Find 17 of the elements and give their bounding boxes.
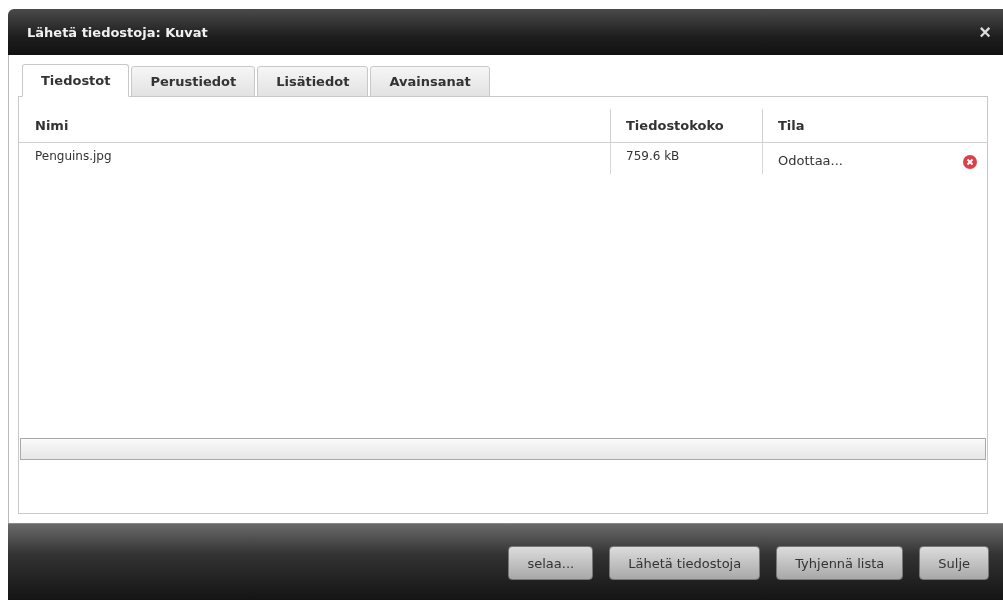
remove-icon[interactable] <box>963 155 977 169</box>
table-cell: 759.6 kB <box>626 149 680 163</box>
window-title: Lähetä tiedostoja: Kuvat <box>27 24 208 40</box>
table-cell: Odottaa... <box>778 153 843 168</box>
close-button[interactable]: × <box>979 22 991 42</box>
tab[interactable]: Perustiedot <box>131 66 256 97</box>
footer-button[interactable]: Tyhjennä lista <box>776 546 904 580</box>
tab[interactable]: Lisätiedot <box>257 66 369 97</box>
tab[interactable]: Avainsanat <box>370 66 490 97</box>
footer-button[interactable]: Sulje <box>919 546 989 580</box>
table-cell: Penguins.jpg <box>35 149 112 163</box>
footer-button[interactable]: Lähetä tiedostoja <box>609 546 761 580</box>
footer-button[interactable]: selaa... <box>508 546 594 580</box>
tab[interactable]: Tiedostot <box>22 64 130 97</box>
column-header: Nimi <box>19 109 610 143</box>
column-header: Tiedostokoko <box>610 109 762 143</box>
column-header: Tila <box>762 109 987 143</box>
